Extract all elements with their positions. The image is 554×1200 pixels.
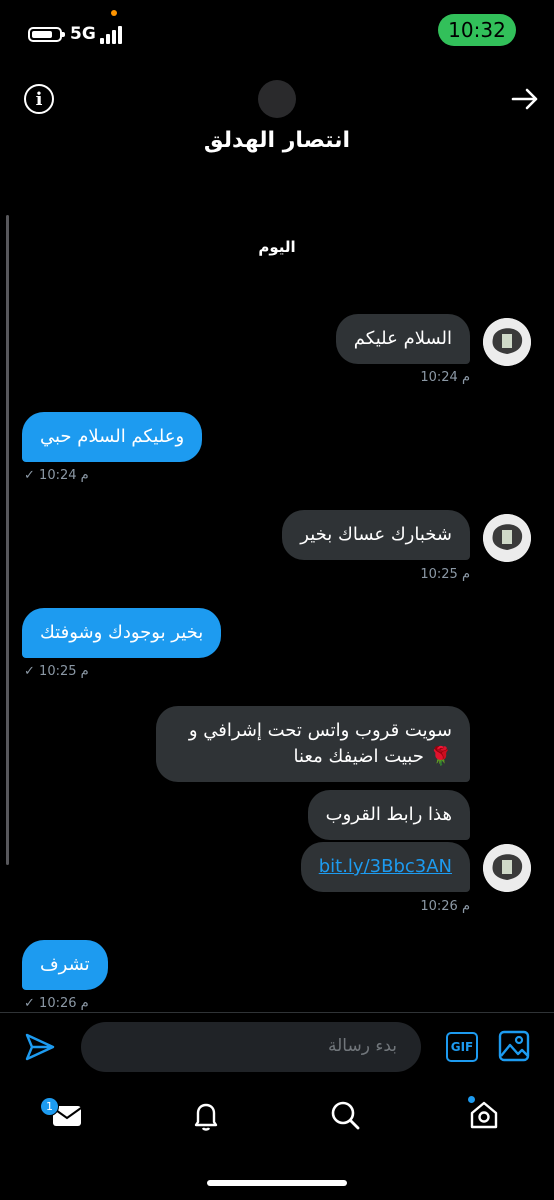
info-icon[interactable]: i xyxy=(24,84,54,114)
notifications-tab-icon[interactable] xyxy=(189,1098,223,1132)
sender-avatar[interactable] xyxy=(483,318,531,366)
network-type: 5G xyxy=(70,24,96,44)
signal-icon xyxy=(100,26,126,44)
message-bubble-outgoing[interactable]: تشرف xyxy=(22,940,108,990)
message-bubble-outgoing[interactable]: بخير بوجودك وشوفتك xyxy=(22,608,222,658)
home-notification-dot xyxy=(468,1096,475,1103)
message-bubble-incoming[interactable]: هذا رابط القروب xyxy=(307,790,470,840)
messages-badge: 1 xyxy=(40,1097,59,1116)
message-bubble-incoming[interactable]: شخبارك عساك بخير xyxy=(282,510,470,560)
message-timestamp: 10:24 م xyxy=(39,468,89,483)
send-icon[interactable] xyxy=(24,1032,56,1062)
sender-avatar[interactable] xyxy=(483,844,531,892)
status-time: 10:32 xyxy=(438,14,516,46)
back-arrow-icon[interactable] xyxy=(510,84,540,114)
privacy-indicator-dot xyxy=(111,10,117,16)
home-indicator[interactable] xyxy=(207,1180,347,1186)
scrollbar[interactable] xyxy=(6,215,9,865)
read-check-icon: ✓ xyxy=(24,664,35,679)
home-tab-icon[interactable] xyxy=(467,1098,501,1132)
message-timestamp: 10:25 م xyxy=(420,567,470,582)
message-timestamp: 10:26 م xyxy=(39,996,89,1011)
gif-icon[interactable]: GIF xyxy=(446,1032,478,1062)
message-meta: ✓ 10:24 م xyxy=(24,468,89,483)
message-timestamp: 10:26 م xyxy=(420,899,470,914)
message-bubble-incoming[interactable]: bit.ly/3Bbc3AN xyxy=(300,842,470,892)
day-separator: اليوم xyxy=(258,238,296,256)
message-meta: ✓ 10:26 م xyxy=(24,996,89,1011)
read-check-icon: ✓ xyxy=(24,468,35,483)
battery-icon xyxy=(28,27,65,42)
message-timestamp: 10:25 م xyxy=(39,664,89,679)
message-input[interactable]: بدء رسالة xyxy=(81,1022,421,1072)
read-check-icon: ✓ xyxy=(24,996,35,1011)
message-input-placeholder: بدء رسالة xyxy=(328,1036,397,1056)
group-link[interactable]: bit.ly/3Bbc3AN xyxy=(319,856,452,877)
conversation-title: انتصار الهدلق xyxy=(203,128,351,153)
message-bubble-incoming[interactable]: السلام عليكم xyxy=(335,314,470,364)
search-tab-icon[interactable] xyxy=(328,1098,362,1132)
message-meta: ✓ 10:25 م xyxy=(24,664,89,679)
image-icon[interactable] xyxy=(498,1030,530,1062)
sender-avatar[interactable] xyxy=(483,514,531,562)
message-bubble-incoming[interactable]: سويت قروب واتس تحت إشرافي و حبيت اضيفك م… xyxy=(156,706,470,782)
message-timestamp: 10:24 م xyxy=(420,370,470,385)
composer-divider xyxy=(0,1012,554,1013)
message-bubble-outgoing[interactable]: وعليكم السلام حبي xyxy=(22,412,203,462)
conversation-avatar[interactable] xyxy=(258,80,296,118)
